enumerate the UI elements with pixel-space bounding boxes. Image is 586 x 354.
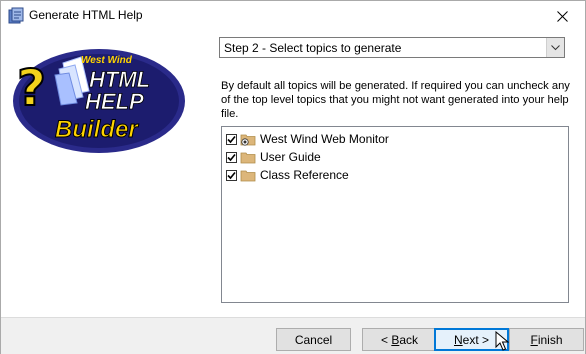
instructions-text: By default all topics will be generated.… [221,80,570,120]
topic-item-class-reference[interactable]: Class Reference [226,166,349,184]
topic-item-web-monitor[interactable]: West Wind Web Monitor [226,130,389,148]
wizard-body: ? West Wind HTML HELP Builder Step 2 - S… [1,31,585,317]
topic-label: Class Reference [260,168,349,182]
topic-label: User Guide [260,150,321,164]
finish-button[interactable]: Finish [509,328,584,351]
app-icon [8,7,24,24]
close-icon [556,10,568,22]
svg-text:Builder: Builder [55,116,139,143]
back-button[interactable]: < Back [362,328,437,351]
html-help-builder-logo: ? West Wind HTML HELP Builder [13,49,185,153]
checkmark-icon [227,153,236,161]
step-dropdown[interactable]: Step 2 - Select topics to generate [219,37,565,58]
topic-checkbox[interactable] [226,151,237,163]
topic-checkbox[interactable] [226,169,237,181]
cancel-label: Cancel [294,332,333,347]
topic-label: West Wind Web Monitor [260,132,389,146]
dialog-window: Generate HTML Help ? West Wind HTML HELP… [0,0,586,354]
step-dropdown-value: Step 2 - Select topics to generate [224,41,402,55]
folder-icon [240,170,256,182]
chevron-down-icon [551,44,560,50]
folder-icon [240,152,256,164]
topic-item-user-guide[interactable]: User Guide [226,148,321,166]
topics-list[interactable]: West Wind Web Monitor User Guide Class R [221,126,569,303]
dropdown-button[interactable] [546,38,564,57]
title-bar: Generate HTML Help [1,1,585,31]
close-button[interactable] [539,1,585,31]
window-title: Generate HTML Help [29,8,143,22]
back-label: < Back [380,332,419,347]
topic-checkbox[interactable] [226,133,237,145]
checkmark-icon [227,135,236,143]
svg-text:West Wind: West Wind [81,55,133,66]
svg-text:?: ? [17,59,46,117]
finish-label: Finish [530,332,563,347]
mouse-cursor-icon [495,331,509,351]
checkmark-icon [227,171,236,179]
svg-text:HELP: HELP [85,89,144,114]
folder-gear-icon [240,134,256,146]
cancel-button[interactable]: Cancel [276,328,351,351]
next-label: Next > [453,332,490,347]
